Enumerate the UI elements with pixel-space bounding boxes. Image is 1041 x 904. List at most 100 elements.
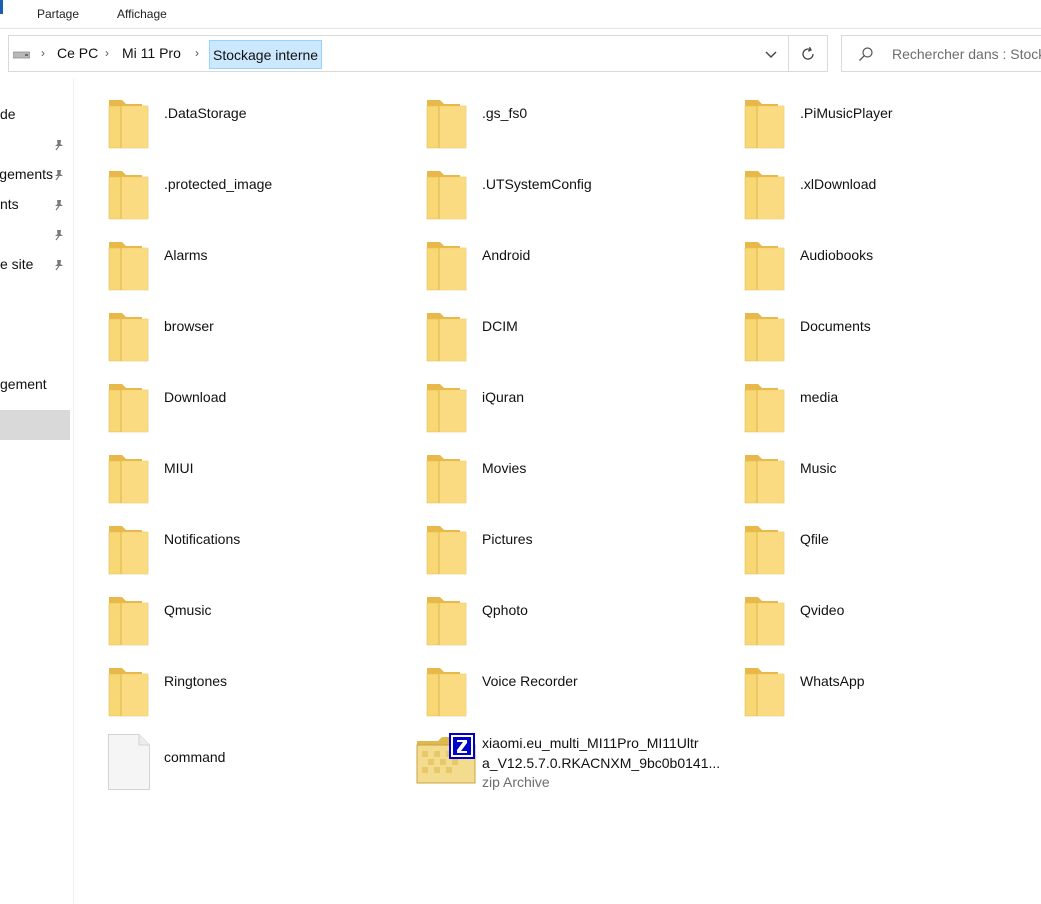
folder-item[interactable]: Qvideo: [744, 593, 1041, 653]
folder-icon: [108, 171, 149, 220]
folder-item[interactable]: Documents: [744, 309, 1041, 369]
folder-name: .UTSystemConfig: [482, 176, 592, 192]
folder-icon: [108, 100, 149, 149]
folder-name: DCIM: [482, 318, 518, 334]
folder-item[interactable]: .UTSystemConfig: [426, 167, 726, 227]
search-input[interactable]: [892, 45, 1041, 63]
refresh-icon: [802, 46, 814, 60]
nav-item-3[interactable]: gements: [0, 161, 70, 191]
folder-icon: [744, 384, 785, 433]
nav-item-2[interactable]: [0, 131, 70, 161]
zip-file-type: zip Archive: [482, 774, 550, 790]
folder-icon: [426, 526, 467, 575]
folder-icon: [108, 526, 149, 575]
folder-name: browser: [164, 318, 214, 334]
pin-icon[interactable]: [53, 259, 65, 271]
folder-item[interactable]: Qmusic: [108, 593, 408, 653]
folder-icon: [426, 384, 467, 433]
tab-affichage[interactable]: Affichage: [117, 7, 167, 21]
folder-name: Notifications: [164, 531, 241, 547]
folder-item[interactable]: .PiMusicPlayer: [744, 96, 1041, 156]
folder-item[interactable]: Qfile: [744, 522, 1041, 582]
folder-item[interactable]: Ringtones: [108, 664, 408, 724]
folder-item[interactable]: browser: [108, 309, 408, 369]
file-item-command[interactable]: command: [108, 734, 408, 794]
folder-icon: [744, 171, 785, 220]
folder-icon: [108, 455, 149, 504]
file-list-view[interactable]: .DataStorage .gs_fs0 .PiMusicPlayer .protec…: [75, 79, 1041, 904]
folder-item[interactable]: Movies: [426, 451, 726, 511]
folder-item[interactable]: MIUI: [108, 451, 408, 511]
breadcrumb-stockage-interne[interactable]: Stockage interne: [209, 40, 323, 69]
folder-item[interactable]: iQuran: [426, 380, 726, 440]
folder-icon: [108, 597, 149, 646]
folder-item[interactable]: DCIM: [426, 309, 726, 369]
nav-item-1[interactable]: de: [0, 101, 70, 131]
folder-item[interactable]: .gs_fs0: [426, 96, 726, 156]
folder-item[interactable]: Qphoto: [426, 593, 726, 653]
chevron-right-icon[interactable]: ›: [195, 46, 199, 60]
folder-item[interactable]: Pictures: [426, 522, 726, 582]
breadcrumb-ce-pc[interactable]: Ce PC: [57, 45, 98, 61]
folder-name: Ringtones: [164, 673, 228, 689]
folder-icon: [108, 313, 149, 362]
nav-item-6[interactable]: e site: [0, 251, 70, 281]
tab-partage[interactable]: Partage: [37, 7, 79, 21]
folder-item[interactable]: .xlDownload: [744, 167, 1041, 227]
folder-name: Qvideo: [800, 602, 845, 618]
nav-item-7[interactable]: gement: [0, 371, 70, 401]
pin-icon[interactable]: [53, 169, 65, 181]
chevron-right-icon[interactable]: ›: [105, 46, 109, 60]
address-row: › Ce PC › Mi 11 Pro › Stockage interne: [0, 29, 1041, 79]
refresh-button[interactable]: [789, 35, 828, 72]
search-icon: [859, 47, 873, 61]
pin-icon[interactable]: [53, 139, 65, 151]
chevron-right-icon[interactable]: ›: [41, 46, 45, 60]
nav-item-label: nts: [0, 196, 19, 212]
folder-item[interactable]: Notifications: [108, 522, 408, 582]
folder-name: .PiMusicPlayer: [800, 105, 893, 121]
folder-item[interactable]: Audiobooks: [744, 238, 1041, 298]
folder-item[interactable]: WhatsApp: [744, 664, 1041, 724]
file-item-zip[interactable]: xiaomi.eu_multi_MI11Pro_MI11Ultr a_V12.5…: [416, 731, 726, 791]
folder-name: Qmusic: [164, 602, 212, 618]
chevron-down-icon[interactable]: [761, 45, 781, 63]
folder-item[interactable]: Download: [108, 380, 408, 440]
pin-icon[interactable]: [53, 229, 65, 241]
search-box[interactable]: [841, 35, 1041, 72]
folder-item[interactable]: Voice Recorder: [426, 664, 726, 724]
folder-item[interactable]: Android: [426, 238, 726, 298]
folder-item[interactable]: .protected_image: [108, 167, 408, 227]
folder-name: iQuran: [482, 389, 525, 405]
folder-icon: [744, 242, 785, 291]
folder-item[interactable]: Alarms: [108, 238, 408, 298]
nav-item-5[interactable]: [0, 221, 70, 251]
folder-icon: [426, 668, 467, 717]
nav-item-label: de: [0, 106, 16, 122]
breadcrumb-mi11pro[interactable]: Mi 11 Pro: [122, 45, 181, 61]
folder-name: Download: [164, 389, 227, 405]
folder-name: .DataStorage: [164, 105, 247, 121]
folder-name: .xlDownload: [800, 176, 877, 192]
tab-file-edge[interactable]: [0, 0, 3, 14]
folder-name: Qfile: [800, 531, 829, 547]
folder-item[interactable]: .DataStorage: [108, 96, 408, 156]
ribbon-tabs: Partage Affichage: [0, 0, 1041, 29]
folder-name: Audiobooks: [800, 247, 874, 263]
file-name: command: [164, 749, 226, 765]
folder-icon: [108, 668, 149, 717]
folder-name: Voice Recorder: [482, 673, 578, 689]
folder-item[interactable]: Music: [744, 451, 1041, 511]
address-bar[interactable]: › Ce PC › Mi 11 Pro › Stockage interne: [8, 35, 789, 72]
nav-selected-highlight[interactable]: [0, 410, 70, 440]
folder-name: Qphoto: [482, 602, 528, 618]
folder-name: WhatsApp: [800, 673, 865, 689]
folder-name: .gs_fs0: [482, 105, 528, 121]
folder-name: MIUI: [164, 460, 194, 476]
folder-icon: [426, 100, 467, 149]
nav-item-4[interactable]: nts: [0, 191, 70, 221]
pin-icon[interactable]: [53, 199, 65, 211]
folder-icon: [426, 171, 467, 220]
zip-name-line-1: xiaomi.eu_multi_MI11Pro_MI11Ultr: [482, 735, 699, 751]
folder-item[interactable]: media: [744, 380, 1041, 440]
